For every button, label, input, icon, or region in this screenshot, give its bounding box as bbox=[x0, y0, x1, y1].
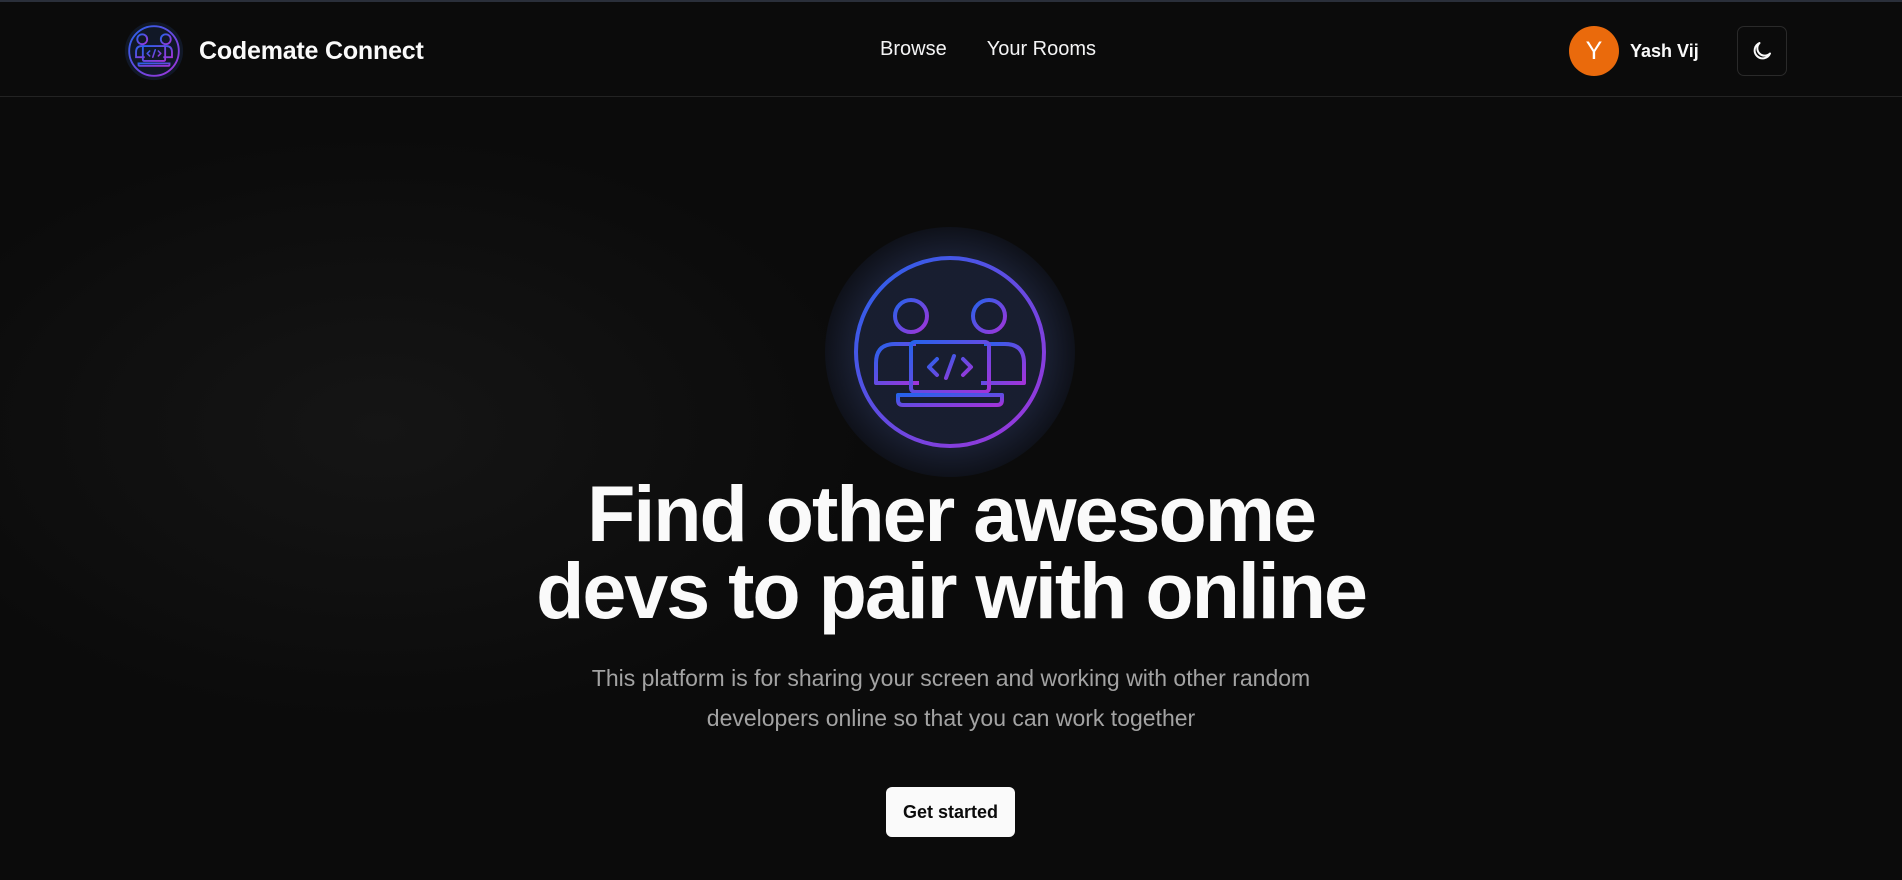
headline-line-2: devs to pair with online bbox=[536, 546, 1368, 635]
get-started-button[interactable]: Get started bbox=[886, 787, 1015, 837]
brand-title: Codemate Connect bbox=[199, 36, 424, 65]
nav-link-your-rooms[interactable]: Your Rooms bbox=[987, 38, 1096, 61]
brand-home-link[interactable]: Codemate Connect bbox=[123, 20, 424, 82]
subtitle-line-2: developers online so that you can work t… bbox=[706, 705, 1196, 731]
moon-icon bbox=[1753, 42, 1771, 60]
avatar: Y bbox=[1569, 26, 1619, 76]
headline-line-1: Find other awesome bbox=[587, 469, 1317, 558]
nav-link-browse[interactable]: Browse bbox=[880, 38, 947, 61]
user-menu-trigger[interactable]: Y Yash Vij bbox=[1569, 26, 1699, 76]
hero-logo-container bbox=[825, 227, 1075, 477]
pair-programming-logo-icon bbox=[854, 256, 1046, 448]
user-name: Yash Vij bbox=[1630, 40, 1699, 61]
hero-subtitle: This platform is for sharing your screen… bbox=[551, 658, 1351, 738]
pair-programming-logo-icon bbox=[124, 21, 184, 81]
site-header: Codemate Connect Browse Your Rooms Y Yas… bbox=[0, 2, 1902, 97]
subtitle-line-1: This platform is for sharing your screen… bbox=[591, 665, 1311, 691]
theme-toggle-button[interactable] bbox=[1737, 26, 1787, 76]
page-title: Find other awesome devs to pair with onl… bbox=[351, 474, 1551, 630]
main-nav: Browse Your Rooms bbox=[880, 38, 1096, 61]
